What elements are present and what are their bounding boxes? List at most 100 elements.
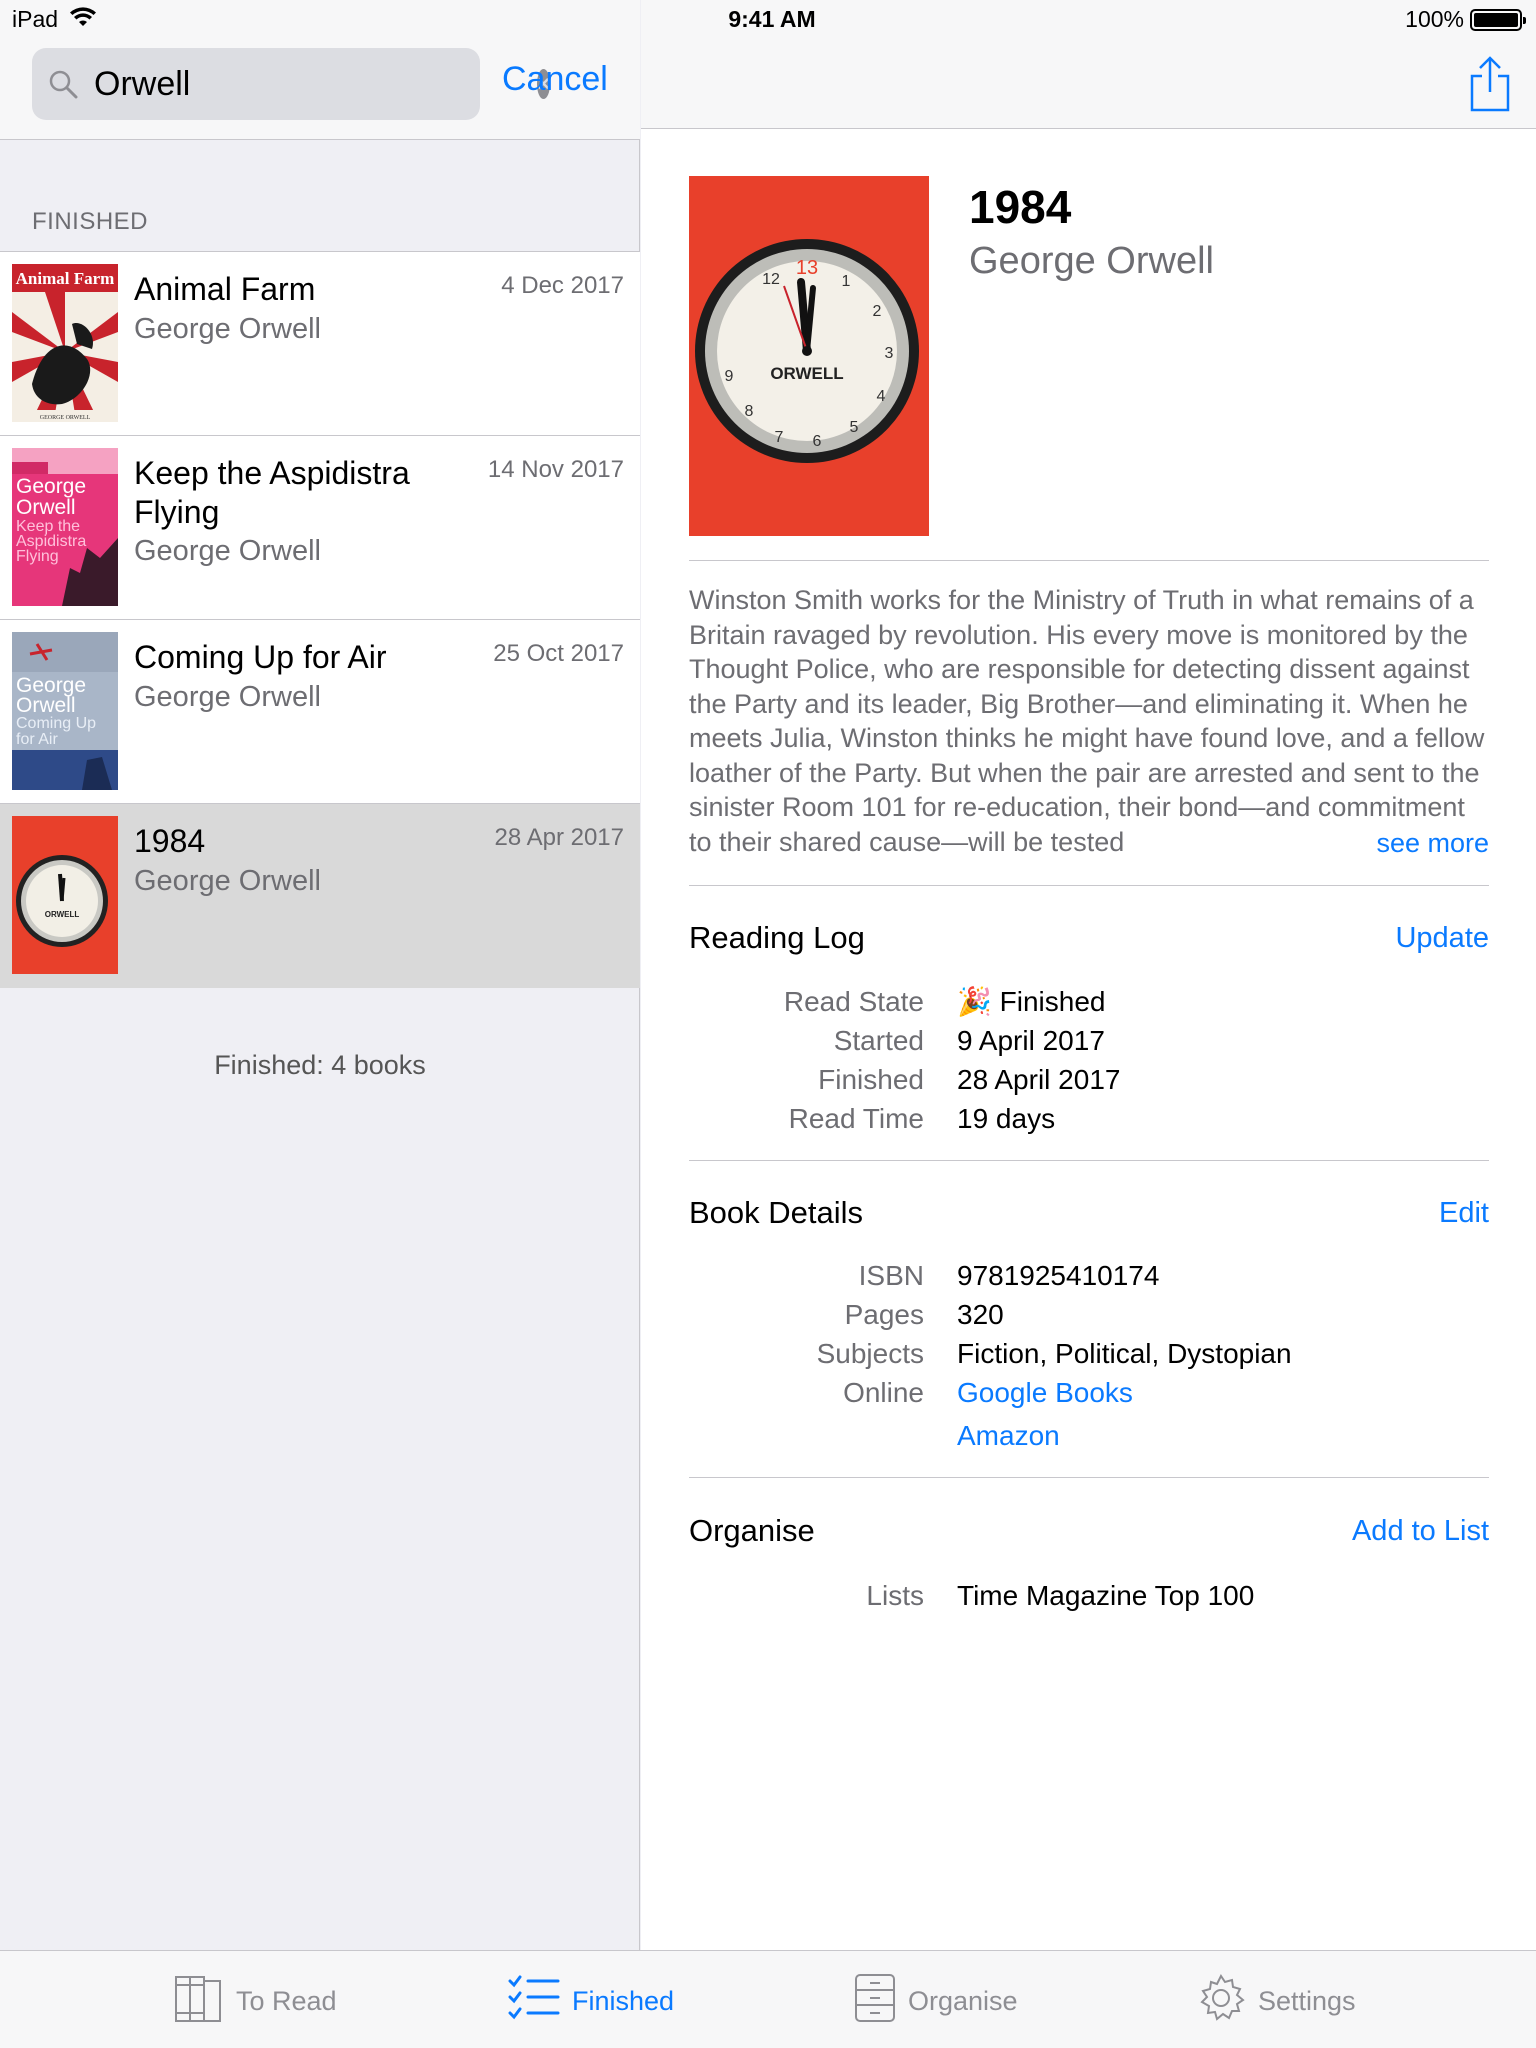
section-header: FINISHED [32,208,149,235]
svg-text:George: George [16,475,86,498]
detail-book-cover: 13 12 1 2 3 4 5 6 7 8 9 ORWELL [689,176,929,536]
svg-text:9: 9 [725,368,734,385]
svg-text:ORWELL: ORWELL [770,364,843,383]
svg-text:7: 7 [775,429,784,446]
book-date: 4 Dec 2017 [501,272,624,299]
search-input[interactable] [78,64,537,104]
book-date: 28 Apr 2017 [494,824,624,851]
started-label: Started [833,1025,924,1056]
see-more-link[interactable]: see more [1336,826,1489,860]
tab-bar: To Read Finished Organise Settings [0,1950,1536,2048]
battery-icon [1470,8,1526,31]
master-pane: × Cancel FINISHED Animal Farm [0,0,640,1950]
subjects-label: Subjects [816,1338,924,1369]
add-to-list-button[interactable]: Add to List [1352,1515,1489,1548]
online-label-empty [689,1416,924,1455]
svg-text:4: 4 [877,388,886,405]
book-title: Animal Farm [134,271,316,307]
book-author: George Orwell [134,865,321,897]
svg-text:1: 1 [842,273,851,290]
book-row-animal-farm[interactable]: Animal Farm GEORGE ORWELL Animal Farm Ge… [0,252,640,436]
svg-text:6: 6 [813,433,822,450]
tab-label: Finished [572,1986,675,2016]
tab-label: Organise [908,1986,1018,2016]
book-cover-keep-the-aspidistra-flying: George Orwell Keep the Aspidistra Flying [12,448,118,606]
svg-text:5: 5 [850,419,859,436]
book-author: George Orwell [134,681,321,713]
book-cover-animal-farm: Animal Farm GEORGE ORWELL [12,264,118,422]
organise-title: Organise [689,1513,815,1548]
started-value: 9 April 2017 [957,1025,1105,1056]
svg-text:GEORGE ORWELL: GEORGE ORWELL [40,415,91,421]
tab-organise[interactable]: Organise [854,1973,1018,2030]
update-button[interactable]: Update [1395,922,1489,955]
svg-text:2: 2 [873,303,882,320]
online-label: Online [843,1377,924,1408]
detail-title: 1984 [969,181,1072,233]
svg-text:Animal Farm: Animal Farm [16,269,115,288]
book-list: Animal Farm GEORGE ORWELL Animal Farm Ge… [0,251,640,988]
google-books-link[interactable]: Google Books [957,1373,1133,1412]
tab-label: Settings [1258,1986,1356,2016]
book-cover-1984: ORWELL [12,816,118,974]
search-icon [48,69,78,99]
battery-percent: 100% [1405,6,1464,32]
svg-text:Coming Up: Coming Up [16,715,96,732]
status-bar: iPad 9:41 AM 100% [0,0,1536,40]
checklist-icon [508,1973,560,2030]
read-time-label: Read Time [788,1103,924,1134]
search-bar[interactable]: × [32,48,550,120]
isbn-value: 9781925410174 [957,1260,1160,1291]
svg-text:Flying: Flying [16,548,59,565]
finished-label: Finished [818,1064,924,1095]
gear-icon [1196,1973,1246,2030]
detail-author: George Orwell [969,240,1214,282]
organise-table: Lists Time Magazine Top 100 [689,1576,1489,1615]
isbn-label: ISBN [858,1260,924,1291]
book-row-coming-up-for-air[interactable]: George Orwell Coming Up for Air Coming U… [0,620,640,804]
reading-log-table: Read State 🎉 Finished Started 9 April 2017… [689,982,1489,1138]
subjects-value: Fiction, Political, Dystopian [957,1338,1292,1369]
svg-text:3: 3 [885,345,894,362]
book-title: Keep the Aspidistra Flying [134,455,410,530]
lists-label: Lists [866,1580,924,1611]
book-date: 25 Oct 2017 [493,640,624,667]
tab-label: To Read [236,1986,337,2016]
cabinet-icon [854,1973,896,2030]
svg-text:for Air: for Air [16,731,58,748]
read-state-value: 🎉 Finished [957,986,1106,1017]
clock: 9:41 AM [728,6,816,32]
svg-text:Orwell: Orwell [16,694,76,717]
book-row-keep-the-aspidistra-flying[interactable]: George Orwell Keep the Aspidistra Flying… [0,436,640,620]
books-icon [174,1973,224,2030]
pages-value: 320 [957,1299,1004,1330]
divider [689,885,1489,886]
divider [689,560,1489,561]
tab-finished[interactable]: Finished [508,1973,674,2030]
book-details-title: Book Details [689,1195,864,1230]
detail-pane: 13 12 1 2 3 4 5 6 7 8 9 ORWELL 1984 Geor… [641,0,1536,1950]
tab-to-read[interactable]: To Read [174,1973,337,2030]
book-details-table: ISBN 9781925410174 Pages 320 Subjects Ficti… [689,1256,1489,1455]
svg-text:Orwell: Orwell [16,496,76,519]
book-title: 1984 [134,823,206,859]
divider [689,1160,1489,1161]
list-footer-count: Finished: 4 books [214,1050,426,1080]
read-state-label: Read State [783,986,924,1017]
share-icon[interactable] [1468,56,1512,112]
svg-text:8: 8 [745,403,754,420]
book-description: Winston Smith works for the Ministry of … [689,585,1485,857]
book-author: George Orwell [134,313,321,345]
book-cover-coming-up-for-air: George Orwell Coming Up for Air [12,632,118,790]
amazon-link[interactable]: Amazon [957,1416,1060,1455]
tab-settings[interactable]: Settings [1196,1973,1356,2030]
cancel-button[interactable]: Cancel [502,60,608,99]
book-date: 14 Nov 2017 [487,456,624,483]
svg-text:ORWELL: ORWELL [45,910,80,919]
finished-value: 28 April 2017 [957,1064,1121,1095]
edit-button[interactable]: Edit [1439,1197,1489,1230]
pages-label: Pages [844,1299,924,1330]
read-time-value: 19 days [957,1103,1056,1134]
reading-log-title: Reading Log [689,920,865,955]
book-row-1984[interactable]: ORWELL 1984 George Orwell 28 Apr 2017 [0,804,640,988]
